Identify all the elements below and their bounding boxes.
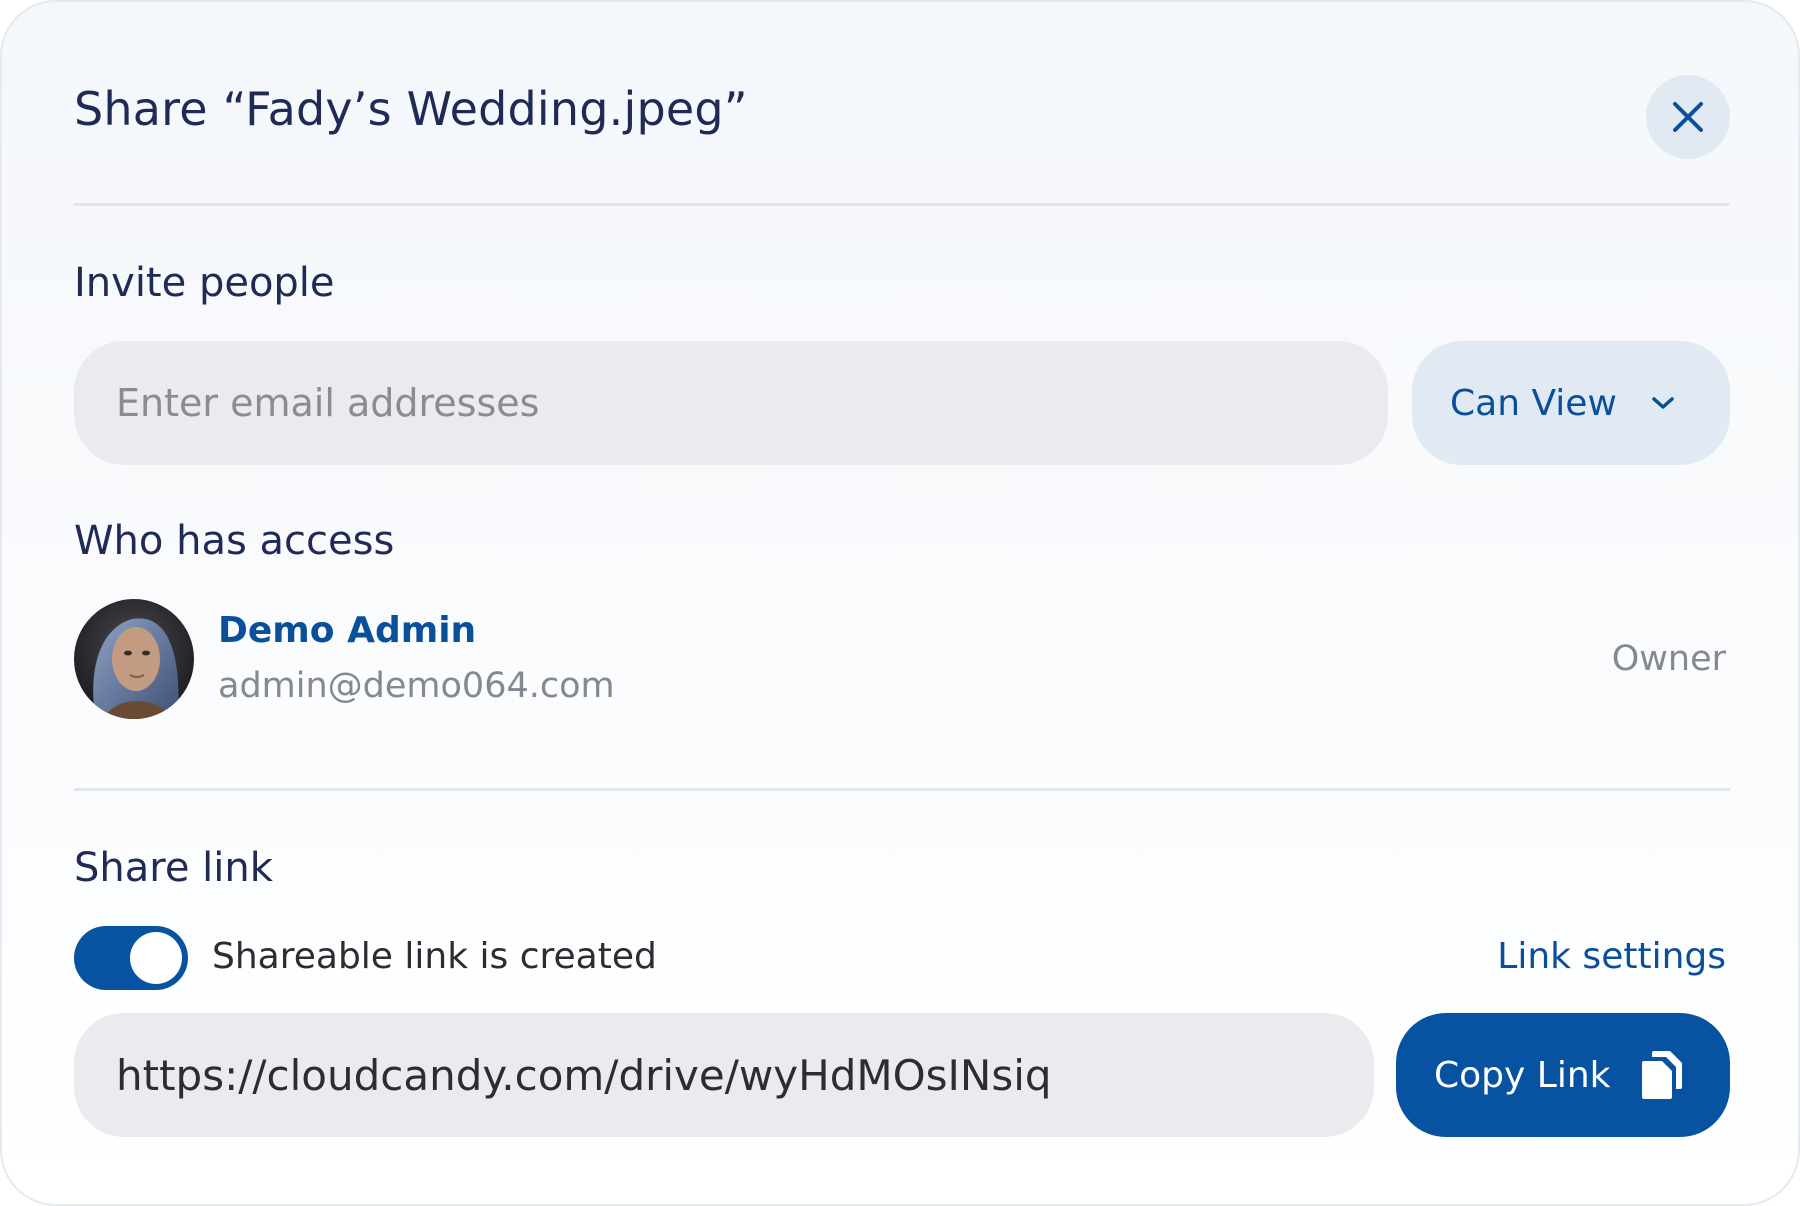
- share-link-heading: Share link: [74, 845, 273, 891]
- toggle-label: Shareable link is created: [212, 936, 657, 977]
- copy-link-button[interactable]: Copy Link: [1396, 1013, 1730, 1137]
- access-heading: Who has access: [74, 518, 395, 564]
- user-name: Demo Admin: [218, 610, 477, 651]
- toggle-knob: [130, 932, 182, 984]
- share-dialog: Share “Fady’s Wedding.jpeg” Invite peopl…: [0, 0, 1800, 1206]
- close-icon: [1673, 102, 1703, 132]
- link-settings-link[interactable]: Link settings: [1497, 936, 1726, 977]
- user-role: Owner: [1611, 639, 1726, 679]
- divider: [74, 788, 1730, 791]
- avatar: [74, 599, 194, 719]
- permission-dropdown[interactable]: Can View: [1412, 341, 1730, 465]
- email-input[interactable]: [74, 341, 1388, 465]
- invite-heading: Invite people: [74, 260, 335, 306]
- permission-value: Can View: [1450, 382, 1617, 424]
- copy-icon: [1640, 1049, 1684, 1101]
- chevron-down-icon: [1649, 394, 1677, 412]
- share-url-field[interactable]: https://cloudcandy.com/drive/wyHdMOsINsi…: [74, 1013, 1374, 1137]
- copy-link-label: Copy Link: [1434, 1054, 1611, 1096]
- divider: [74, 203, 1730, 206]
- user-email: admin@demo064.com: [218, 666, 615, 706]
- shareable-link-toggle[interactable]: [74, 926, 188, 990]
- close-button[interactable]: [1646, 75, 1730, 159]
- dialog-title: Share “Fady’s Wedding.jpeg”: [74, 82, 748, 136]
